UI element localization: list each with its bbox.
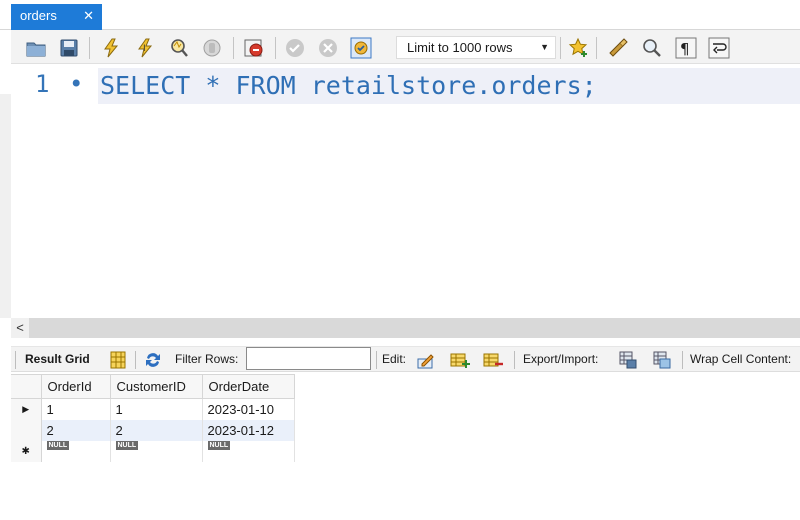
toolbar-separator — [682, 351, 683, 369]
column-header-customerid[interactable]: CustomerID — [109, 374, 203, 399]
statement-marker-icon: • — [69, 70, 84, 98]
result-grid-label[interactable]: Result Grid — [25, 352, 90, 366]
svg-text:I: I — [143, 44, 146, 54]
result-grid: OrderId CustomerID OrderDate ▶ 1 1 2023-… — [11, 372, 800, 520]
panel-splitter[interactable] — [11, 338, 800, 346]
add-row-icon[interactable] — [450, 350, 470, 370]
workbench-window: orders ✕ I Limit to 1000 rows ▼ ¶ 1 • SE… — [0, 0, 800, 520]
new-row[interactable]: ✱ NULL NULL NULL — [11, 440, 295, 462]
export-icon[interactable] — [618, 350, 638, 370]
null-badge: NULL — [115, 440, 139, 450]
line-number: 1 — [35, 70, 50, 98]
sql-editor-toolbar: I Limit to 1000 rows ▼ ¶ — [11, 30, 800, 64]
null-badge: NULL — [207, 440, 231, 450]
toolbar-separator — [514, 351, 515, 369]
toolbar-separator — [89, 37, 90, 59]
beautify-icon[interactable] — [607, 37, 629, 59]
delete-row-icon[interactable] — [483, 350, 503, 370]
cell-orderid[interactable]: 2 — [41, 419, 111, 441]
find-icon[interactable] — [641, 37, 663, 59]
editor-horizontal-scrollbar[interactable]: < — [11, 318, 800, 338]
table-row[interactable]: 2 2 2023-01-12 — [11, 419, 295, 441]
explain-icon[interactable] — [168, 37, 190, 59]
save-icon[interactable] — [58, 37, 80, 59]
favorite-icon[interactable] — [568, 37, 590, 59]
autocommit-icon[interactable] — [350, 37, 372, 59]
close-icon[interactable]: ✕ — [83, 4, 94, 28]
toolbar-separator — [135, 351, 136, 369]
filter-rows-input[interactable] — [246, 347, 371, 370]
column-header-orderid[interactable]: OrderId — [40, 374, 111, 399]
execute-icon[interactable] — [100, 37, 122, 59]
filter-rows-label: Filter Rows: — [175, 352, 239, 366]
toolbar-separator — [596, 37, 597, 59]
cell-orderid-new[interactable]: NULL — [41, 440, 111, 462]
wrap-icon[interactable] — [708, 37, 730, 59]
cell-orderid[interactable]: 1 — [41, 398, 111, 420]
import-icon[interactable] — [652, 350, 672, 370]
invisible-chars-icon[interactable]: ¶ — [675, 37, 697, 59]
toggle-error-icon[interactable] — [243, 37, 265, 59]
result-grid-toolbar: Result Grid Filter Rows: Edit: Export/Im… — [11, 346, 800, 372]
sql-statement-line[interactable]: SELECT * FROM retailstore.orders; — [98, 68, 800, 104]
wrap-cell-content-label: Wrap Cell Content: — [690, 352, 792, 366]
editor-left-strip — [0, 94, 11, 318]
svg-text:¶: ¶ — [680, 40, 690, 58]
grid-view-icon[interactable] — [108, 350, 128, 370]
export-import-label: Export/Import: — [523, 352, 599, 366]
open-folder-icon[interactable] — [25, 37, 47, 59]
result-table: OrderId CustomerID OrderDate ▶ 1 1 2023-… — [11, 374, 295, 462]
row-marker-header — [11, 374, 42, 399]
editor-tab-strip: orders ✕ — [0, 0, 800, 30]
edit-row-icon[interactable] — [416, 350, 436, 370]
tab-title: orders — [20, 8, 57, 23]
sql-editor[interactable]: 1 • SELECT * FROM retailstore.orders; — [11, 64, 800, 318]
edit-label: Edit: — [382, 352, 407, 366]
scroll-left-button[interactable]: < — [11, 318, 29, 338]
toolbar-separator — [233, 37, 234, 59]
column-header-orderdate[interactable]: OrderDate — [201, 374, 295, 399]
tab-orders[interactable]: orders ✕ — [11, 4, 102, 30]
chevron-down-icon: ▼ — [540, 42, 549, 52]
cell-customerid-new[interactable]: NULL — [110, 440, 203, 462]
row-marker — [11, 419, 42, 441]
header-row: OrderId CustomerID OrderDate — [11, 374, 295, 399]
editor-margin — [0, 64, 11, 94]
cell-orderdate-new[interactable]: NULL — [202, 440, 295, 462]
limit-rows-select[interactable]: Limit to 1000 rows ▼ — [396, 36, 556, 59]
toolbar-separator — [376, 351, 377, 369]
commit-icon[interactable] — [284, 37, 306, 59]
cell-customerid[interactable]: 1 — [110, 398, 203, 420]
cell-customerid[interactable]: 2 — [110, 419, 203, 441]
toolbar-separator — [15, 351, 16, 369]
toolbar-separator — [560, 37, 561, 59]
toolbar-separator — [275, 37, 276, 59]
new-row-marker-icon: ✱ — [11, 440, 42, 462]
table-row[interactable]: ▶ 1 1 2023-01-10 — [11, 398, 295, 420]
sql-code: SELECT * FROM retailstore.orders; — [100, 71, 597, 100]
current-row-marker-icon: ▶ — [11, 398, 42, 420]
rollback-icon[interactable] — [317, 37, 339, 59]
limit-rows-value: Limit to 1000 rows — [407, 40, 513, 55]
execute-current-icon[interactable]: I — [134, 37, 156, 59]
stop-icon[interactable] — [201, 37, 223, 59]
cell-orderdate[interactable]: 2023-01-12 — [202, 419, 295, 441]
cell-orderdate[interactable]: 2023-01-10 — [202, 398, 295, 420]
null-badge: NULL — [46, 440, 70, 450]
refresh-icon[interactable] — [143, 350, 163, 370]
